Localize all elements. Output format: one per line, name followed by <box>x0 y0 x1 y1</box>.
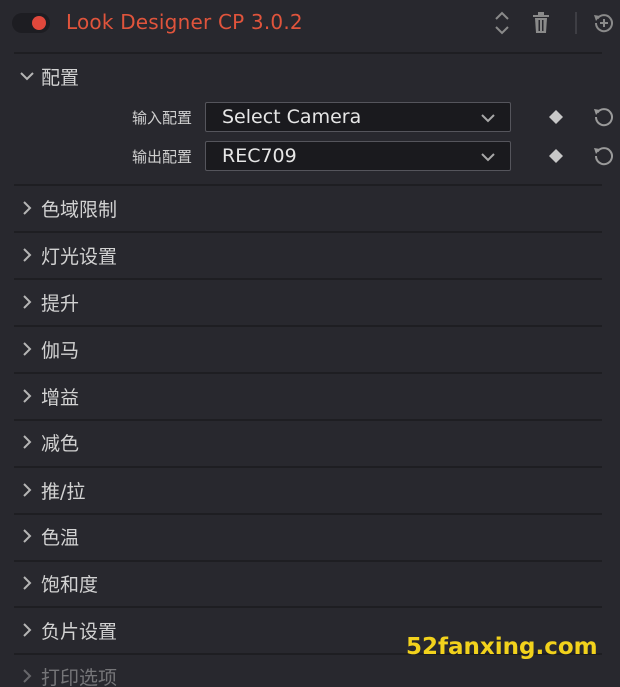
chevron-right-icon <box>16 619 38 641</box>
trash-icon[interactable] <box>529 9 553 37</box>
chevron-right-icon <box>16 479 38 501</box>
divider <box>14 606 602 608</box>
section-label: 灯光设置 <box>41 245 118 268</box>
divider <box>14 184 602 186</box>
section-gain[interactable]: 增益 <box>14 381 602 411</box>
divider <box>14 278 602 280</box>
watermark: 52fanxing.com <box>406 634 598 660</box>
chevron-down-icon <box>480 110 496 126</box>
chevron-down-icon <box>480 149 496 165</box>
section-print-options[interactable]: 打印选项 <box>14 661 602 687</box>
section-label: 色温 <box>41 526 80 549</box>
input-config-label: 输入配置 <box>131 109 192 127</box>
panel-header: Look Designer CP 3.0.2 <box>0 0 620 50</box>
divider <box>14 513 602 515</box>
reset-plus-icon[interactable] <box>592 9 616 37</box>
divider <box>14 52 602 54</box>
section-light-settings[interactable]: 灯光设置 <box>14 240 602 270</box>
section-label: 色域限制 <box>41 198 118 221</box>
divider <box>14 325 602 327</box>
chevron-right-icon <box>16 385 38 407</box>
chevron-right-icon <box>16 665 38 687</box>
section-subtractive[interactable]: 减色 <box>14 427 602 457</box>
reset-icon[interactable] <box>592 144 616 168</box>
section-label: 推/拉 <box>41 480 86 503</box>
output-config-label: 输出配置 <box>131 148 192 166</box>
section-label: 提升 <box>41 292 80 315</box>
divider <box>14 419 602 421</box>
chevron-down-icon <box>16 65 38 87</box>
toggle-knob <box>32 16 46 30</box>
chevron-right-icon <box>16 431 38 453</box>
chevron-right-icon <box>16 572 38 594</box>
section-gamma[interactable]: 伽马 <box>14 334 602 364</box>
section-label: 配置 <box>41 66 80 89</box>
chevron-right-icon <box>16 338 38 360</box>
section-label: 减色 <box>41 432 80 455</box>
divider <box>14 231 602 233</box>
up-down-chevron-icon[interactable] <box>490 9 514 37</box>
divider <box>14 372 602 374</box>
section-label: 饱和度 <box>41 573 99 596</box>
chevron-right-icon <box>16 244 38 266</box>
section-gamut-limit[interactable]: 色域限制 <box>14 193 602 223</box>
keyframe-diamond-icon[interactable] <box>548 148 564 164</box>
select-value: Select Camera <box>222 106 362 128</box>
divider <box>14 466 602 468</box>
section-label: 负片设置 <box>41 620 118 643</box>
section-color-temp[interactable]: 色温 <box>14 521 602 551</box>
section-push-pull[interactable]: 推/拉 <box>14 475 602 505</box>
section-lift[interactable]: 提升 <box>14 287 602 317</box>
output-config-select[interactable]: REC709 <box>205 141 511 171</box>
chevron-right-icon <box>16 525 38 547</box>
header-separator <box>575 12 577 34</box>
panel-title: Look Designer CP 3.0.2 <box>66 10 303 34</box>
section-saturation[interactable]: 饱和度 <box>14 568 602 598</box>
chevron-right-icon <box>16 197 38 219</box>
section-label: 伽马 <box>41 339 80 362</box>
keyframe-diamond-icon[interactable] <box>548 109 564 125</box>
section-config[interactable]: 配置 <box>14 61 602 91</box>
section-label: 打印选项 <box>41 666 118 687</box>
enable-toggle[interactable] <box>12 13 50 33</box>
reset-icon[interactable] <box>592 105 616 129</box>
chevron-right-icon <box>16 291 38 313</box>
divider <box>14 560 602 562</box>
section-label: 增益 <box>41 386 80 409</box>
input-config-select[interactable]: Select Camera <box>205 102 511 132</box>
select-value: REC709 <box>222 145 297 167</box>
